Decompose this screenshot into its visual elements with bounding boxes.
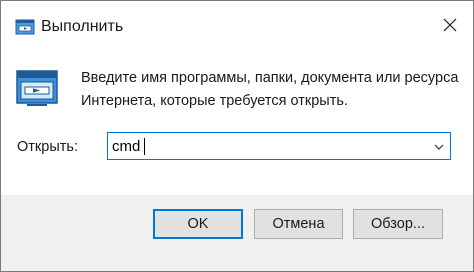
open-label: Открыть: — [17, 139, 78, 155]
window-title: Выполнить — [41, 18, 124, 35]
close-button[interactable] — [427, 1, 473, 53]
command-combobox[interactable] — [107, 132, 451, 160]
ok-button[interactable]: OK — [153, 209, 243, 239]
run-program-icon — [15, 69, 59, 109]
title-bar[interactable]: Выполнить — [1, 1, 473, 53]
run-dialog-icon — [15, 17, 35, 37]
close-icon — [443, 18, 457, 37]
chevron-down-icon — [434, 137, 444, 155]
dialog-content: Введите имя программы, папки, документа … — [1, 53, 473, 195]
cancel-button[interactable]: Отмена — [254, 209, 343, 239]
command-input[interactable] — [108, 133, 422, 159]
browse-button[interactable]: Обзор... — [353, 209, 443, 239]
run-dialog: Выполнить Введите имя программы, папки, … — [0, 0, 474, 272]
text-cursor — [144, 138, 145, 155]
dropdown-button[interactable] — [428, 133, 450, 159]
dialog-description: Введите имя программы, папки, документа … — [81, 70, 459, 109]
